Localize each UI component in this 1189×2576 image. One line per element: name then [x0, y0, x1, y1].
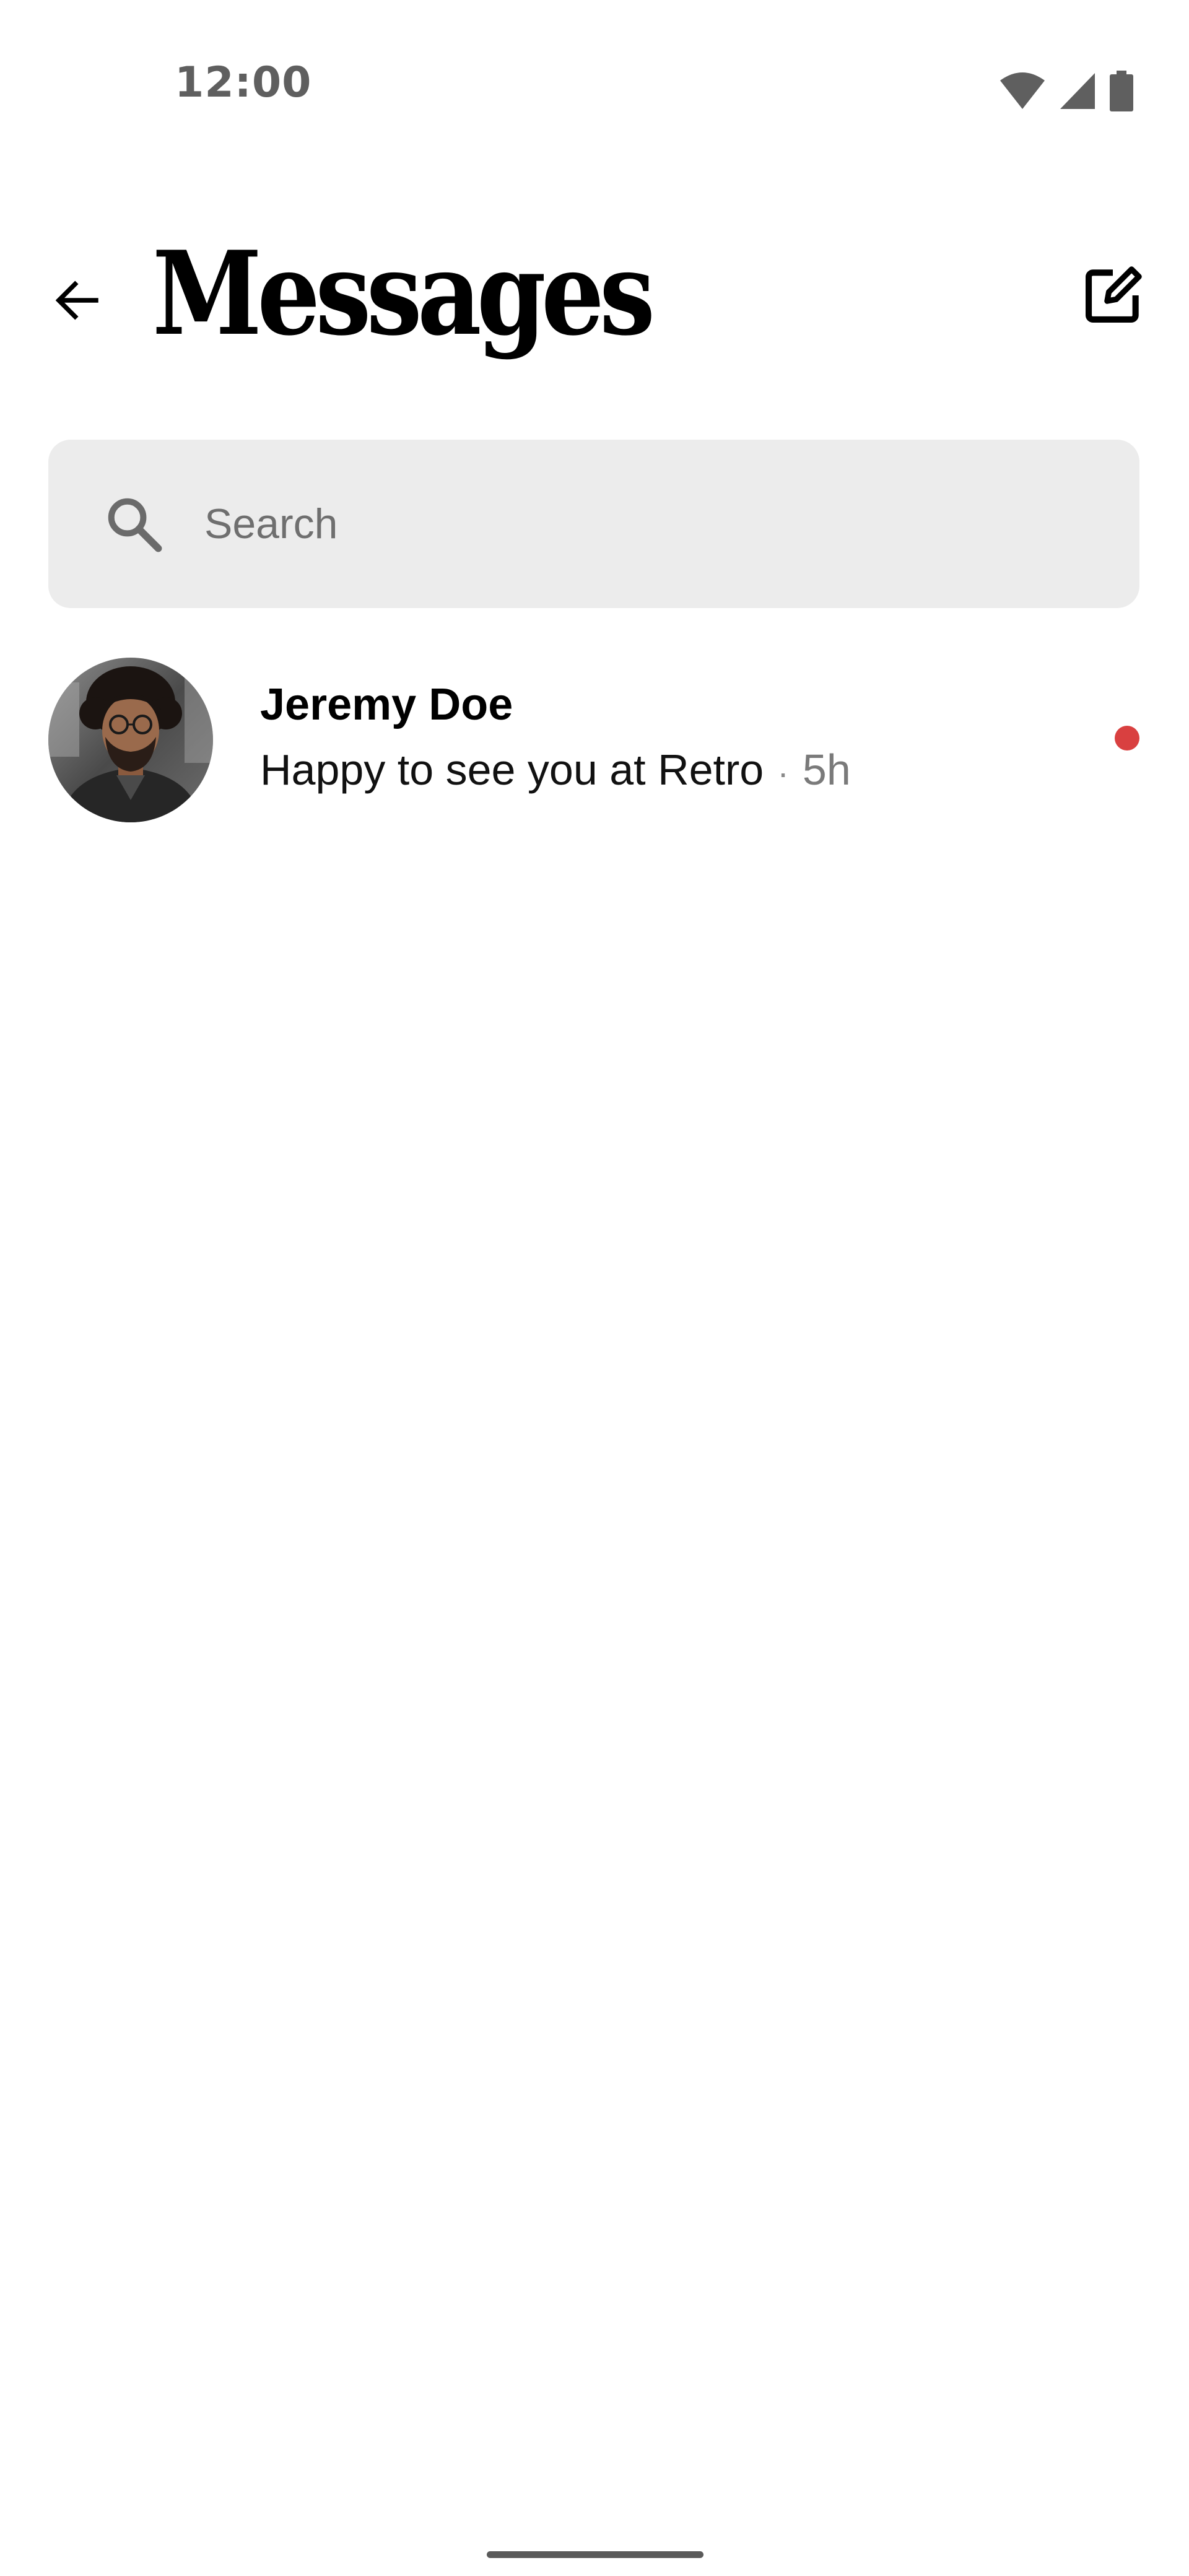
page-title: Messages	[152, 225, 655, 361]
avatar-photo	[48, 658, 213, 822]
message-preview: Happy to see you at Retro	[260, 746, 764, 794]
battery-icon	[1110, 71, 1133, 111]
cellular-signal-icon	[1060, 73, 1095, 109]
conversation-row[interactable]: Jeremy Doe Happy to see you at Retro · 5…	[0, 650, 1189, 836]
search-icon	[108, 498, 162, 552]
contact-name: Jeremy Doe	[260, 680, 513, 729]
status-bar: 12:00	[0, 0, 1189, 180]
message-timestamp: 5h	[802, 746, 851, 794]
search-bar[interactable]	[48, 440, 1139, 608]
status-icons	[1000, 71, 1133, 111]
search-input[interactable]	[204, 440, 1096, 608]
header: Messages	[0, 217, 1189, 365]
separator-dot: ·	[777, 753, 789, 792]
back-button[interactable]	[43, 266, 111, 334]
unread-indicator	[1115, 726, 1139, 751]
compose-edit-icon	[1086, 266, 1142, 323]
gesture-navigation-bar[interactable]	[487, 2551, 703, 2558]
status-time: 12:00	[175, 58, 312, 107]
compose-button[interactable]	[1073, 255, 1153, 336]
message-preview-line: Happy to see you at Retro · 5h	[260, 748, 851, 791]
wifi-icon	[1000, 72, 1045, 109]
arrow-left-icon	[55, 281, 98, 320]
avatar[interactable]	[48, 658, 213, 822]
